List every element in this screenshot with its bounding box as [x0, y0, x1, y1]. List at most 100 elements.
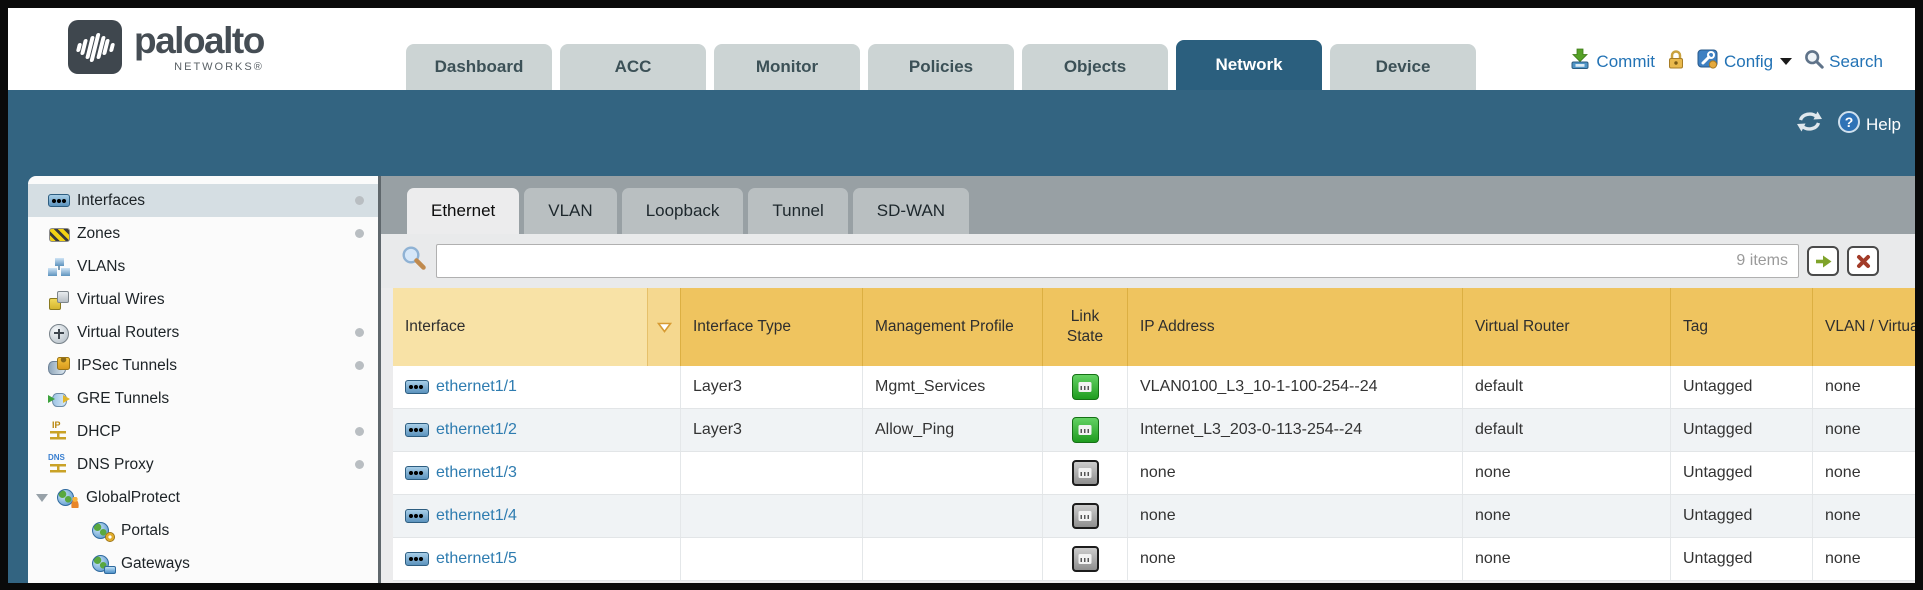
tab-acc[interactable]: ACC [560, 44, 706, 90]
gre-tunnels-icon [48, 390, 70, 408]
table-row: ethernet1/1 Layer3 Mgmt_Services VLAN010… [393, 366, 1915, 409]
commit-icon [1569, 48, 1591, 75]
sidebar-item-label: VLANs [77, 258, 125, 276]
virtual-wires-icon [48, 291, 70, 309]
config-label: Config [1724, 52, 1773, 72]
main-nav-tabs: Dashboard ACC Monitor Policies Objects N… [406, 40, 1476, 90]
sidebar-item-label: Interfaces [77, 192, 145, 210]
tag-cell: Untagged [1671, 538, 1813, 580]
sidebar-item-ipsec-tunnels[interactable]: IPSec Tunnels [28, 349, 378, 382]
help-label: Help [1866, 115, 1901, 135]
sidebar-item-label: Portals [121, 522, 169, 540]
virtual-router-cell: none [1463, 495, 1671, 537]
subtab-ethernet[interactable]: Ethernet [407, 188, 519, 234]
lock-icon [1667, 49, 1685, 75]
virtual-router-cell: none [1463, 452, 1671, 494]
management-profile-cell: Allow_Ping [863, 409, 1043, 451]
lock-button[interactable] [1667, 49, 1685, 75]
column-header-vlan-virtual-wire[interactable]: VLAN / Virtual Wire [1813, 288, 1915, 366]
apply-filter-button[interactable] [1807, 246, 1839, 276]
commit-button[interactable]: Commit [1569, 48, 1655, 75]
column-header-management-profile[interactable]: Management Profile [863, 288, 1043, 366]
table-rows: ethernet1/1 Layer3 Mgmt_Services VLAN010… [393, 366, 1915, 581]
sidebar-item-gre-tunnels[interactable]: GRE Tunnels [28, 382, 378, 415]
filter-input-wrapper: 9 items [436, 244, 1799, 278]
collapse-triangle-icon[interactable] [36, 494, 48, 502]
ethernet-port-icon [405, 423, 429, 438]
table-row: ethernet1/3 none none Untagged none [393, 452, 1915, 495]
tab-objects[interactable]: Objects [1022, 44, 1168, 90]
tab-device[interactable]: Device [1330, 44, 1476, 90]
interface-link[interactable]: ethernet1/3 [405, 464, 517, 482]
virtual-router-cell: default [1463, 366, 1671, 408]
column-header-link-state[interactable]: Link State [1043, 288, 1128, 366]
sidebar-item-globalprotect[interactable]: GlobalProtect [28, 481, 378, 514]
column-header-interface[interactable]: Interface [393, 288, 681, 366]
status-dot [355, 361, 364, 370]
subtab-vlan[interactable]: VLAN [524, 188, 616, 234]
interface-type-cell [681, 452, 863, 494]
sidebar-item-gateways[interactable]: Gateways [28, 547, 378, 580]
tab-dashboard[interactable]: Dashboard [406, 44, 552, 90]
tab-network[interactable]: Network [1176, 40, 1322, 90]
sidebar-item-virtual-routers[interactable]: Virtual Routers [28, 316, 378, 349]
vlan-wire-cell: none [1813, 538, 1915, 580]
table-header: Interface Interface Type Management Prof… [393, 288, 1915, 366]
tag-cell: Untagged [1671, 409, 1813, 451]
clear-filter-button[interactable] [1847, 246, 1879, 276]
filter-magnifier-icon [401, 245, 428, 277]
tag-cell: Untagged [1671, 366, 1813, 408]
sidebar-item-label: GRE Tunnels [77, 390, 169, 408]
paloalto-logo-icon [68, 20, 122, 74]
interface-link[interactable]: ethernet1/4 [405, 507, 517, 525]
subtab-loopback[interactable]: Loopback [622, 188, 744, 234]
interface-link[interactable]: ethernet1/2 [405, 421, 517, 439]
status-dot [355, 427, 364, 436]
sidebar: Interfaces Zones VLANs Virtual Wi [28, 176, 378, 583]
search-button[interactable]: Search [1804, 49, 1883, 74]
gateways-icon [92, 555, 114, 573]
subtab-tunnel[interactable]: Tunnel [748, 188, 847, 234]
brand-subtitle: NETWORKS® [174, 61, 264, 73]
interface-link[interactable]: ethernet1/5 [405, 550, 517, 568]
refresh-icon[interactable] [1796, 110, 1823, 138]
help-icon: ? [1837, 110, 1861, 139]
sidebar-item-portals[interactable]: Portals [28, 514, 378, 547]
filter-input[interactable] [437, 245, 1736, 277]
subtab-sdwan[interactable]: SD-WAN [853, 188, 969, 234]
column-header-tag[interactable]: Tag [1671, 288, 1813, 366]
config-menu[interactable]: Config [1697, 48, 1792, 75]
interface-link[interactable]: ethernet1/1 [405, 378, 517, 396]
sort-dropdown[interactable] [647, 288, 680, 366]
help-button[interactable]: ? Help [1837, 110, 1901, 139]
main-region: Ethernet VLAN Loopback Tunnel SD-WAN [378, 176, 1915, 583]
sidebar-item-dhcp[interactable]: DHCP [28, 415, 378, 448]
column-header-interface-type[interactable]: Interface Type [681, 288, 863, 366]
management-profile-cell: Mgmt_Services [863, 366, 1043, 408]
status-dot [355, 460, 364, 469]
sidebar-item-vlans[interactable]: VLANs [28, 250, 378, 283]
interface-subtabs: Ethernet VLAN Loopback Tunnel SD-WAN [407, 188, 1915, 234]
table-row: ethernet1/5 none none Untagged none [393, 538, 1915, 581]
tab-content: 9 items Interface [381, 234, 1915, 583]
sidebar-item-zones[interactable]: Zones [28, 217, 378, 250]
sidebar-region: Interfaces Zones VLANs Virtual Wi [8, 176, 378, 583]
interface-type-cell: Layer3 [681, 409, 863, 451]
tab-monitor[interactable]: Monitor [714, 44, 860, 90]
sidebar-item-dns-proxy[interactable]: DNS Proxy [28, 448, 378, 481]
sort-triangle-icon [657, 322, 672, 333]
sidebar-item-virtual-wires[interactable]: Virtual Wires [28, 283, 378, 316]
ethernet-port-icon [405, 380, 429, 395]
sidebar-item-label: Virtual Wires [77, 291, 165, 309]
ethernet-port-icon [405, 466, 429, 481]
ethernet-port-icon [405, 552, 429, 567]
screenshot-frame: paloalto NETWORKS® Dashboard ACC Monitor… [0, 0, 1923, 590]
zones-icon [48, 225, 70, 243]
column-header-ip-address[interactable]: IP Address [1128, 288, 1463, 366]
sidebar-item-interfaces[interactable]: Interfaces [28, 184, 378, 217]
virtual-router-cell: default [1463, 409, 1671, 451]
secondary-bar: ? Help [8, 90, 1915, 176]
tab-policies[interactable]: Policies [868, 44, 1014, 90]
column-header-virtual-router[interactable]: Virtual Router [1463, 288, 1671, 366]
body: Interfaces Zones VLANs Virtual Wi [8, 176, 1915, 583]
